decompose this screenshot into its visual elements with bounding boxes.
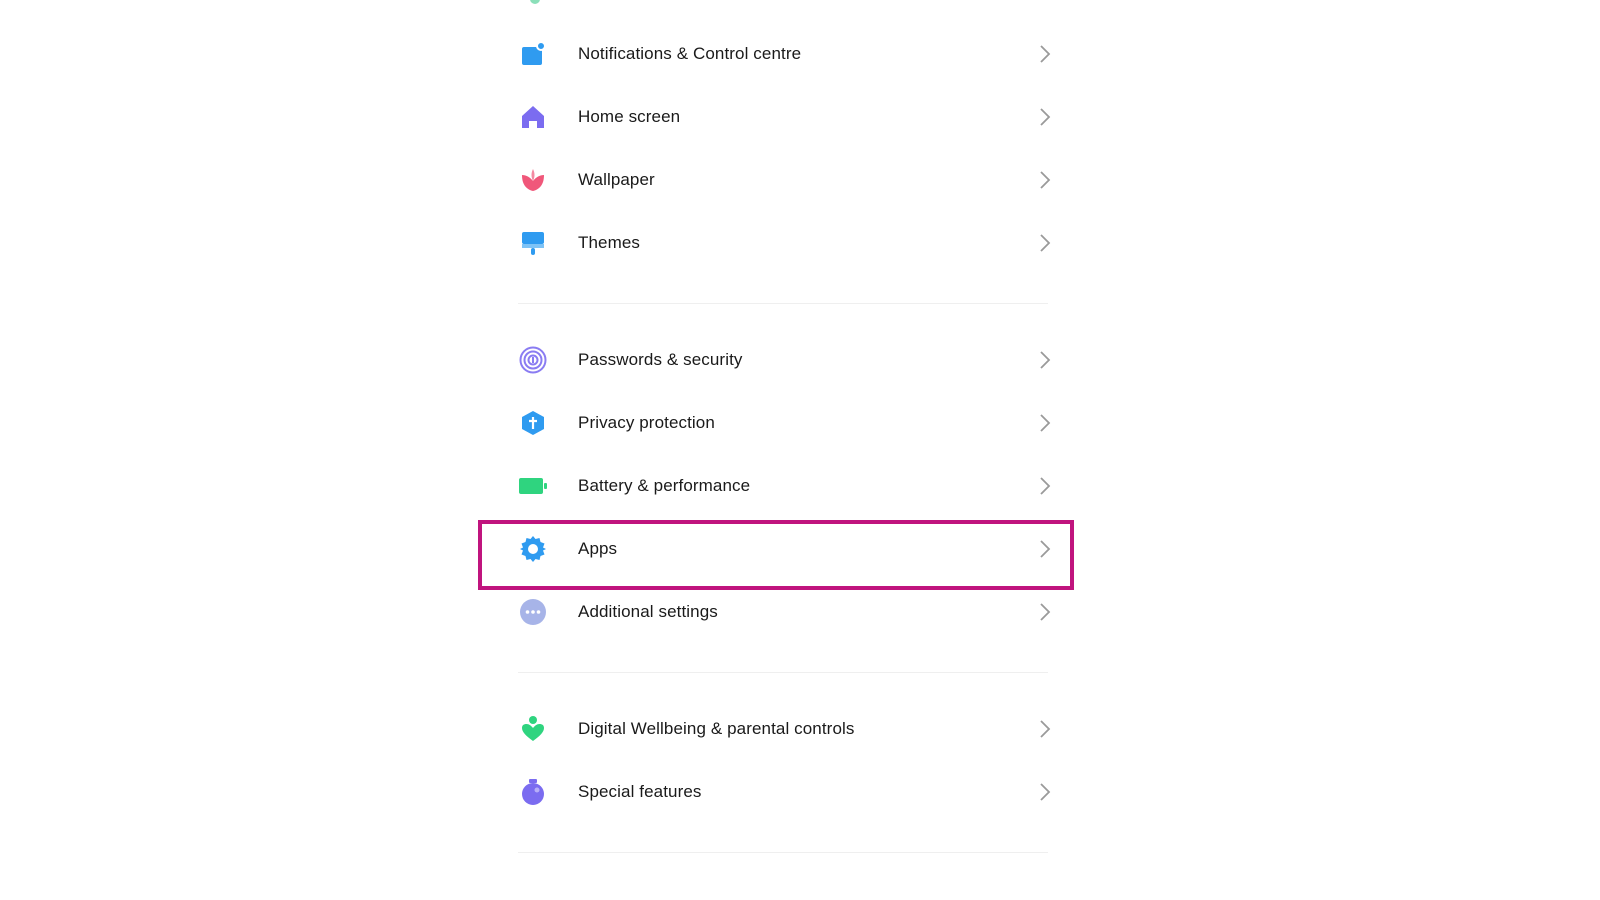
chevron-right-icon <box>1040 351 1051 369</box>
chevron-right-icon <box>1040 477 1051 495</box>
settings-item-label: Privacy protection <box>578 413 715 432</box>
settings-item-passwords-security[interactable]: Passwords & security <box>518 331 1058 389</box>
settings-item-digital-wellbeing[interactable]: Digital Wellbeing & parental controls <box>518 700 1058 758</box>
chevron-right-icon <box>1040 45 1051 63</box>
settings-item-label: Themes <box>578 233 641 252</box>
settings-item-label: Digital Wellbeing & parental controls <box>578 719 855 738</box>
settings-item-label: Wallpaper <box>578 170 655 189</box>
chevron-right-icon <box>1040 603 1051 621</box>
chevron-right-icon <box>1040 414 1051 432</box>
settings-item-home-screen[interactable]: Home screen <box>518 88 1058 146</box>
settings-item-battery-performance[interactable]: Battery & performance <box>518 457 1058 515</box>
settings-item-label: Passwords & security <box>578 350 743 369</box>
wellbeing-icon <box>518 714 548 744</box>
settings-item-label: Notifications & Control centre <box>578 44 802 63</box>
section-divider <box>518 303 1048 304</box>
more-icon <box>518 597 548 627</box>
settings-item-special-features[interactable]: Special features <box>518 763 1058 821</box>
settings-item-label: Apps <box>578 539 618 558</box>
gear-icon <box>518 534 548 564</box>
settings-item-label: Additional settings <box>578 602 718 621</box>
chevron-right-icon <box>1040 171 1051 189</box>
settings-item-notifications[interactable]: Notifications & Control centre <box>518 25 1058 83</box>
settings-item-label: Battery & performance <box>578 476 751 495</box>
home-icon <box>518 102 548 132</box>
settings-list: Notifications & Control centre Home scre… <box>0 0 1600 900</box>
chevron-right-icon <box>1040 234 1051 252</box>
chevron-right-icon <box>1040 108 1051 126</box>
chevron-right-icon <box>1040 783 1051 801</box>
settings-item-apps[interactable]: Apps <box>518 520 1058 578</box>
chevron-right-icon <box>1040 540 1051 558</box>
privacy-icon <box>518 408 548 438</box>
special-features-icon <box>518 777 548 807</box>
themes-icon <box>518 228 548 258</box>
settings-item-privacy-protection[interactable]: Privacy protection <box>518 394 1058 452</box>
settings-item-additional-settings[interactable]: Additional settings <box>518 583 1058 641</box>
settings-item-label: Special features <box>578 782 702 801</box>
chevron-right-icon <box>1040 720 1051 738</box>
partial-icon <box>530 0 540 4</box>
fingerprint-icon <box>518 345 548 375</box>
notification-icon <box>518 39 548 69</box>
wallpaper-icon <box>518 165 548 195</box>
settings-item-label: Home screen <box>578 107 681 126</box>
section-divider <box>518 672 1048 673</box>
battery-icon <box>518 471 548 501</box>
settings-item-themes[interactable]: Themes <box>518 214 1058 272</box>
settings-item-wallpaper[interactable]: Wallpaper <box>518 151 1058 209</box>
section-divider <box>518 852 1048 853</box>
